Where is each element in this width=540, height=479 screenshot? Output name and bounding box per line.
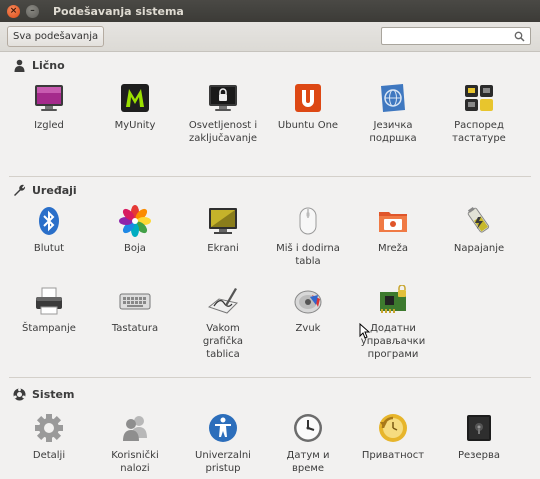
settings-window: × – Podešavanja sistema Sva podešavanja … [0,0,540,479]
mouse-cursor-icon [359,323,370,339]
myunity-icon [121,84,149,112]
item-label: Tastatura [111,323,159,334]
universal-access-icon [209,414,237,442]
appearance-icon [35,85,63,111]
item-label: Univerzalni pristup [195,450,251,474]
item-label: Štampanje [22,323,76,334]
ubuntu-one-icon [295,84,321,112]
close-icon: × [9,5,18,16]
title-bar: × – Podešavanja sistema [0,0,540,22]
section-divider [9,176,531,177]
item-label: Boja [124,243,146,254]
details-icon [35,414,63,442]
keyboard-layout-icon [465,85,493,111]
search-box[interactable] [381,27,531,45]
section-divider [9,377,531,378]
item-label: Приватност [361,450,425,461]
section-personal-title: Lično [32,59,65,72]
privacy-icon [379,414,407,442]
section-hardware-header: Uređaji [13,184,77,197]
item-label: Vakom grafička tablica [202,323,244,360]
keyboard-icon [119,293,151,310]
bluetooth-icon [39,207,59,235]
item-label: MyUnity [114,120,156,131]
additional-drivers-icon [380,285,406,313]
item-label: Језичка подршка [369,120,417,144]
minimize-icon: – [30,5,35,16]
language-support-icon [381,84,405,112]
user-accounts-icon [123,416,147,441]
brightness-lock-icon [209,85,237,111]
item-label: Распоред тастатуре [452,120,506,144]
wacom-tablet-icon [207,288,238,314]
displays-icon [209,208,237,234]
printer-icon [36,287,62,315]
item-label: Ekrani [207,243,239,254]
item-label: Mreža [377,243,409,254]
section-system-title: Sistem [32,388,75,401]
person-icon [14,59,25,72]
section-hardware-title: Uređaji [32,184,77,197]
item-label: Izgled [34,120,64,131]
settings-content: Lično Izgled MyUnity Osvetljenost i zakl… [0,53,540,479]
color-icon [119,205,151,237]
network-icon [379,212,407,232]
item-label: Korisnički nalozi [111,450,159,474]
power-icon [467,206,490,233]
section-system-header: Sistem [13,388,74,401]
all-settings-button[interactable]: Sva podešavanja [7,26,105,47]
item-label: Osvetljenost i zaključavanje [188,120,258,144]
window-title: Podešavanja sistema [53,4,184,18]
minimize-button[interactable]: – [26,4,39,18]
item-label: Ubuntu One [277,120,339,131]
mouse-icon [299,207,317,235]
item-label: Резерва [457,450,501,461]
wrench-icon [14,184,26,196]
backup-icon [467,415,491,441]
search-input[interactable] [385,29,510,43]
search-icon[interactable] [514,31,525,42]
sound-icon [294,290,322,314]
item-label: Blutut [33,243,65,254]
section-personal-header: Lično [13,59,65,72]
item-label: Detalji [32,450,66,461]
item-label: Zvuk [295,323,321,334]
clock-icon [294,414,322,442]
toolbar: Sva podešavanja [0,22,540,52]
item-label: Napajanje [453,243,505,254]
item-label: Miš i dodirna tabla [276,243,340,267]
item-label: Датум и време [286,450,330,474]
close-button[interactable]: × [7,4,20,18]
system-icon [13,388,26,401]
